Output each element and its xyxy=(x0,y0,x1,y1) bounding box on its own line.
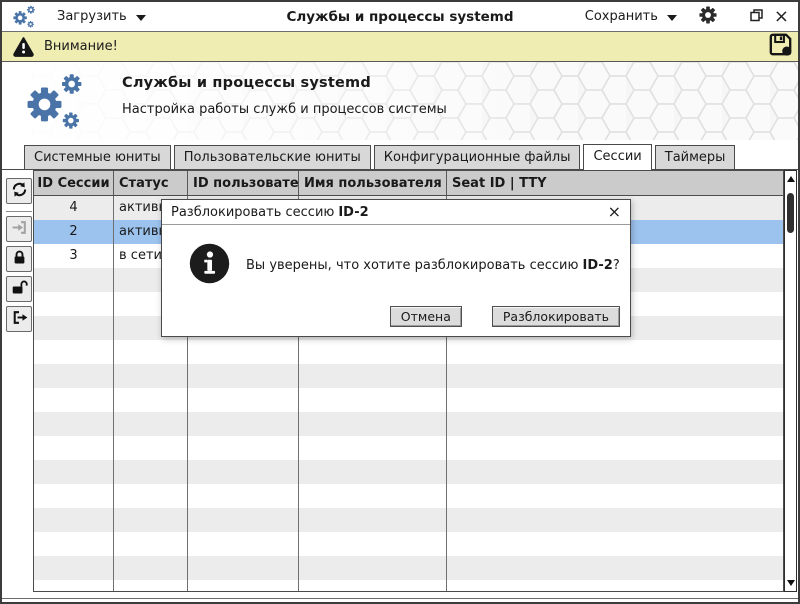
table-row-empty[interactable] xyxy=(34,412,783,436)
warning-bar: Внимание! xyxy=(2,32,798,62)
title-bar: Загрузить Службы и процессы systemd Сохр… xyxy=(2,2,798,32)
dialog-message-session-id: ID-2 xyxy=(583,258,613,273)
column-header-status[interactable]: Статус xyxy=(114,171,188,195)
page-title: Службы и процессы systemd xyxy=(122,75,447,91)
lock-session-icon xyxy=(11,249,28,270)
dialog-close-button[interactable]: × xyxy=(608,205,621,219)
tab-sessions[interactable]: Сессии xyxy=(583,144,651,170)
table-row-empty[interactable] xyxy=(34,556,783,580)
scroll-up-button[interactable] xyxy=(785,176,796,182)
table-row-empty[interactable] xyxy=(34,484,783,508)
scroll-down-arrow-icon xyxy=(787,580,795,586)
lock-session-button[interactable] xyxy=(6,246,32,272)
scrollbar-thumb[interactable] xyxy=(787,193,794,233)
load-menu-label: Загрузить xyxy=(57,9,127,24)
column-header-user-name[interactable]: Имя пользователя xyxy=(299,171,447,195)
cell-session-id: 2 xyxy=(34,220,114,244)
scroll-up-arrow-icon xyxy=(787,176,795,182)
sessions-panel: ID Сессии Статус ID пользователя Имя пол… xyxy=(2,170,798,602)
attach-session-icon xyxy=(11,219,28,240)
app-gears-logo-icon xyxy=(10,3,37,30)
attach-session-button[interactable] xyxy=(6,216,32,242)
page-header: Службы и процессы systemd Настройка рабо… xyxy=(2,62,798,140)
gear-icon xyxy=(699,6,717,28)
chevron-down-icon xyxy=(136,15,146,21)
scroll-down-button[interactable] xyxy=(785,580,796,586)
column-header-seat-tty[interactable]: Seat ID | TTY xyxy=(447,171,783,195)
cancel-button[interactable]: Отмена xyxy=(390,306,462,327)
save-menu-label: Сохранить xyxy=(585,9,658,24)
app-window: Загрузить Службы и процессы systemd Сохр… xyxy=(0,0,800,604)
load-menu-button[interactable]: Загрузить xyxy=(57,9,146,24)
unlock-session-button[interactable] xyxy=(6,276,32,302)
table-row-empty[interactable] xyxy=(34,436,783,460)
terminate-session-icon xyxy=(11,309,28,330)
maximize-button[interactable] xyxy=(750,7,763,26)
warning-label: Внимание! xyxy=(44,39,118,54)
unlock-confirm-button[interactable]: Разблокировать xyxy=(492,306,620,327)
refresh-button[interactable] xyxy=(6,178,32,204)
close-button[interactable]: × xyxy=(774,7,789,26)
gears-logo-icon xyxy=(19,67,87,139)
close-icon: × xyxy=(608,202,621,221)
save-menu-button[interactable]: Сохранить xyxy=(585,9,677,24)
warning-triangle-icon xyxy=(12,36,35,57)
table-row-empty[interactable] xyxy=(34,364,783,388)
tab-config-files[interactable]: Конфигурационные файлы xyxy=(374,145,581,169)
vertical-scrollbar[interactable] xyxy=(784,170,797,592)
dialog-title-session-id: ID-2 xyxy=(338,205,368,220)
toolbar-separator xyxy=(6,211,32,212)
chevron-down-icon xyxy=(667,15,677,21)
page-subtitle: Настройка работы служб и процессов систе… xyxy=(122,102,447,117)
dialog-message: Вы уверены, что хотите разблокировать се… xyxy=(246,258,578,273)
close-icon: × xyxy=(774,6,789,27)
table-row-empty[interactable] xyxy=(34,388,783,412)
unlock-session-icon xyxy=(11,279,28,300)
table-row-empty[interactable] xyxy=(34,340,783,364)
tab-system-units[interactable]: Системные юниты xyxy=(24,145,171,169)
column-header-session-id[interactable]: ID Сессии xyxy=(34,171,114,195)
dialog-body: Вы уверены, что хотите разблокировать се… xyxy=(162,225,630,289)
tab-timers[interactable]: Таймеры xyxy=(655,145,736,169)
dialog-message-suffix: ? xyxy=(613,258,620,273)
restore-icon xyxy=(750,7,763,26)
table-header-row: ID Сессии Статус ID пользователя Имя пол… xyxy=(34,171,783,196)
window-title: Службы и процессы systemd xyxy=(286,9,513,25)
refresh-icon xyxy=(11,181,28,202)
tab-bar: Системные юниты Пользовательские юниты К… xyxy=(2,140,798,170)
save-sessions-button[interactable] xyxy=(768,32,793,61)
cell-session-id: 4 xyxy=(34,196,114,220)
floppy-save-icon xyxy=(768,32,793,61)
column-header-user-id[interactable]: ID пользователя xyxy=(188,171,299,195)
table-row-empty[interactable] xyxy=(34,460,783,484)
table-row-empty[interactable] xyxy=(34,580,783,592)
terminate-session-button[interactable] xyxy=(6,306,32,332)
table-row-empty[interactable] xyxy=(34,532,783,556)
settings-button[interactable] xyxy=(699,6,717,28)
info-icon xyxy=(188,242,231,289)
dialog-title: Разблокировать сессию xyxy=(171,205,334,220)
table-row-empty[interactable] xyxy=(34,508,783,532)
tab-user-units[interactable]: Пользовательские юниты xyxy=(174,145,371,169)
unlock-session-dialog: Разблокировать сессию ID-2 × Вы уверены,… xyxy=(161,199,631,337)
dialog-title-bar: Разблокировать сессию ID-2 × xyxy=(162,200,630,225)
cell-session-id: 3 xyxy=(34,244,114,268)
